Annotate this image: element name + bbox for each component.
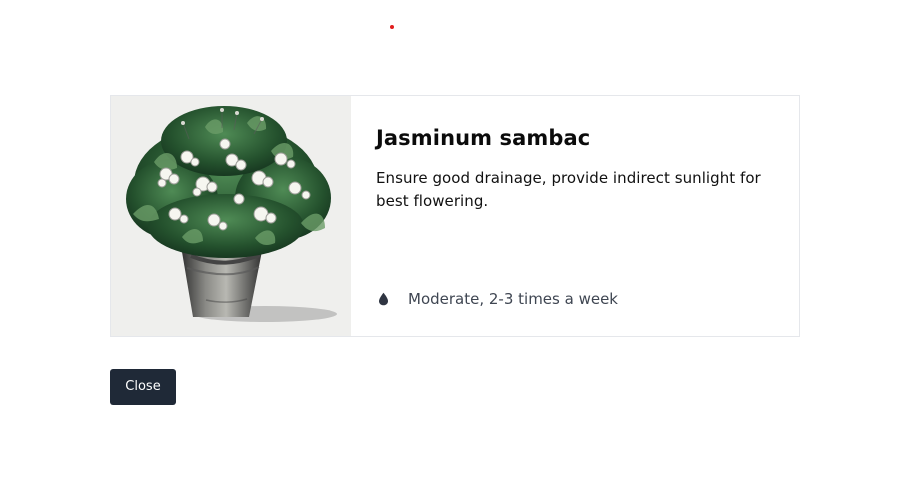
close-button[interactable]: Close — [110, 369, 176, 405]
care-instructions: Ensure good drainage, provide indirect s… — [376, 169, 761, 210]
plant-image — [111, 96, 351, 336]
plant-detail-page: Jasminum sambac Ensure good drainage, pr… — [0, 0, 917, 486]
plant-title: Jasminum sambac — [376, 126, 591, 150]
water-drop-icon — [376, 292, 390, 306]
watering-info: Moderate, 2-3 times a week — [376, 289, 618, 309]
watering-frequency: Moderate, 2-3 times a week — [408, 290, 618, 308]
plant-card: Jasminum sambac Ensure good drainage, pr… — [110, 95, 800, 337]
red-indicator-dot — [390, 25, 394, 29]
jasmine-potted-plant-image-icon — [111, 96, 351, 336]
plant-card-content: Jasminum sambac Ensure good drainage, pr… — [351, 96, 805, 336]
